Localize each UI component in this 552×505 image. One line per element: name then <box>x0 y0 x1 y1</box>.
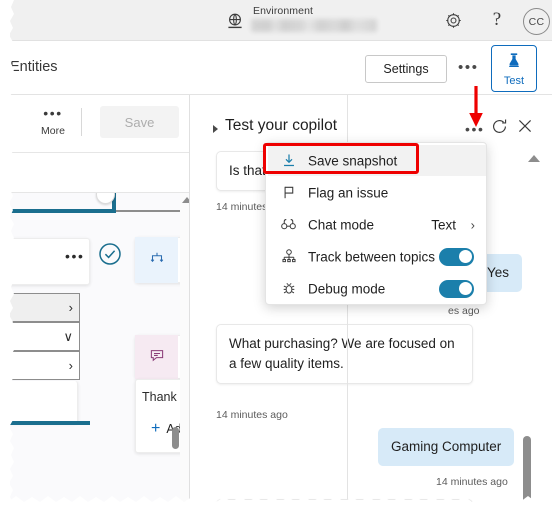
chat-message-bot: Go get 'em tiger! Sudoku helps keep the … <box>216 499 473 505</box>
chevron-right-icon: › <box>68 358 73 373</box>
settings-button[interactable]: Settings <box>365 55 447 83</box>
chat-message-user: Gaming Computer <box>378 428 515 466</box>
menu-item-label: Flag an issue <box>308 185 389 200</box>
save-button[interactable]: Save <box>100 106 179 138</box>
chevron-right-icon: › <box>68 300 73 315</box>
globe-icon <box>225 11 245 31</box>
chevron-down-icon: ∨ <box>63 328 73 344</box>
more-button[interactable]: ••• More <box>32 106 74 137</box>
track-between-topics-toggle[interactable] <box>439 247 474 266</box>
option-row[interactable]: › <box>10 351 80 380</box>
chat-timestamp: es ago <box>448 305 480 317</box>
scroll-up-arrow-icon[interactable] <box>182 197 189 203</box>
glasses-icon <box>280 216 297 233</box>
toggle-knob <box>458 250 472 263</box>
download-icon <box>280 152 297 169</box>
environment-bar: Environment ? CC <box>10 0 552 41</box>
connector-horizontal <box>10 209 116 213</box>
menu-item-label: Save snapshot <box>308 153 398 168</box>
menu-item-label: Debug mode <box>308 281 386 296</box>
app-window: Environment ? CC Entities Settings ••• T… <box>0 0 552 505</box>
help-icon[interactable]: ? <box>488 8 506 32</box>
debug-mode-toggle[interactable] <box>439 279 474 298</box>
caret-right-icon[interactable] <box>213 125 218 133</box>
chat-scroll-thumb[interactable] <box>523 436 531 505</box>
menu-item-flag-an-issue[interactable]: Flag an issue <box>268 177 486 208</box>
menu-item-debug-mode[interactable]: Debug mode <box>268 273 486 304</box>
avatar[interactable]: CC <box>523 8 550 35</box>
designer-pane: ••• More Save ••• › ∨ › Thank + <box>10 95 189 505</box>
bug-icon <box>280 280 297 297</box>
designer-canvas[interactable]: ••• › ∨ › Thank + <box>10 193 189 505</box>
check-circle-icon <box>98 242 122 266</box>
menu-item-save-snapshot[interactable]: Save snapshot <box>268 145 486 176</box>
refresh-icon[interactable] <box>490 117 509 136</box>
chat-timestamp: 14 minutes ago <box>216 409 288 421</box>
test-button-label: Test <box>503 74 525 87</box>
environment-label: Environment <box>253 5 314 17</box>
message-icon <box>148 346 166 369</box>
message-node-text: Thank <box>142 390 177 404</box>
flag-icon <box>280 184 297 201</box>
toggle-knob <box>458 282 472 295</box>
designer-toolbar: ••• More Save <box>10 95 189 153</box>
test-panel-title: Test your copilot <box>225 117 337 134</box>
connector-grey <box>116 210 189 212</box>
track-icon <box>280 248 297 265</box>
environment-value-redacted <box>251 19 377 32</box>
test-panel-header: Test your copilot ••• <box>190 95 552 139</box>
more-label: More <box>41 125 65 137</box>
close-icon[interactable] <box>516 117 534 135</box>
designer-subbar <box>10 153 189 193</box>
more-dots: ••• <box>43 105 63 121</box>
test-panel-overflow-menu: Save snapshot Flag an issue Chat mode Te… <box>265 142 487 305</box>
node-card-footer <box>10 381 78 423</box>
option-row[interactable]: › <box>10 293 80 322</box>
option-row[interactable]: ∨ <box>10 322 80 351</box>
chat-mode-value: Text <box>431 217 456 232</box>
breadcrumb: Entities <box>10 59 58 75</box>
node-overflow-button[interactable]: ••• <box>65 248 85 264</box>
menu-item-track-between-topics[interactable]: Track between topics <box>268 241 486 272</box>
test-button[interactable]: Test <box>491 45 537 92</box>
node-bottom-bar <box>10 421 90 425</box>
beaker-icon <box>505 51 523 74</box>
chat-timestamp: 14 minutes ago <box>436 476 508 488</box>
chat-scroll-up-arrow-icon[interactable] <box>528 155 540 162</box>
branch-node-icon-tile <box>135 237 178 283</box>
message-node-icon-tile <box>135 335 178 379</box>
designer-scrollbar[interactable] <box>180 193 189 505</box>
menu-item-chat-mode[interactable]: Chat mode Text › <box>268 209 486 240</box>
plus-icon: + <box>151 420 161 437</box>
branch-icon <box>148 249 166 272</box>
menu-item-label: Chat mode <box>308 217 375 232</box>
annotation-arrow <box>469 86 483 127</box>
gear-icon[interactable] <box>444 11 463 30</box>
menu-item-label: Track between topics <box>308 249 436 264</box>
chat-message-bot: What purchasing? We are focused on a few… <box>216 324 473 384</box>
command-overflow-button[interactable]: ••• <box>458 59 479 76</box>
chevron-right-icon: › <box>470 217 475 232</box>
toolbar-divider <box>81 108 82 136</box>
designer-scroll-thumb[interactable] <box>171 427 179 449</box>
